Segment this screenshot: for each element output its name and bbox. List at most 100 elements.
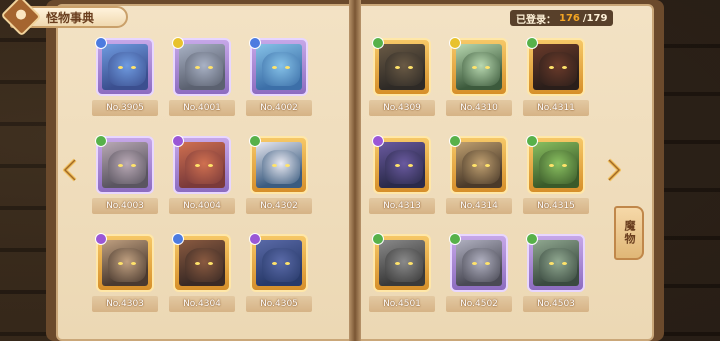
monster-card[interactable]: No.4302	[246, 135, 312, 216]
monster-number-label: No.4315	[523, 198, 589, 214]
monster-card[interactable]: No.4310	[446, 37, 512, 118]
monster-silhouette	[262, 248, 300, 282]
monster-eye	[472, 262, 477, 265]
monster-portrait	[456, 44, 502, 90]
monster-portrait	[256, 240, 302, 286]
monster-portrait	[256, 142, 302, 188]
monster-portrait-frame	[372, 37, 431, 96]
monster-portrait	[179, 240, 225, 286]
next-page-button[interactable]	[606, 158, 622, 182]
monster-silhouette	[462, 52, 500, 86]
monster-silhouette	[385, 150, 423, 184]
monster-portrait-frame	[95, 37, 154, 96]
monster-portrait-frame	[249, 135, 308, 194]
monster-silhouette	[108, 52, 146, 86]
monster-number-label: No.3905	[92, 100, 158, 116]
monster-silhouette	[108, 150, 146, 184]
monster-portrait-frame	[526, 233, 585, 292]
monster-card[interactable]: No.4315	[523, 135, 589, 216]
monster-card[interactable]: No.4313	[369, 135, 435, 216]
monster-number-label: No.4004	[169, 198, 235, 214]
monster-portrait-frame	[249, 233, 308, 292]
monster-card[interactable]: No.4003	[92, 135, 158, 216]
monster-card[interactable]: No.4501	[369, 233, 435, 314]
monster-portrait-frame	[372, 233, 431, 292]
monster-portrait	[102, 240, 148, 286]
prev-page-button[interactable]	[62, 158, 78, 182]
monster-card[interactable]: No.4311	[523, 37, 589, 118]
monster-number-label: No.4502	[446, 296, 512, 312]
monster-portrait	[456, 240, 502, 286]
monster-silhouette	[462, 248, 500, 282]
monster-eye	[285, 262, 290, 265]
monster-eye	[395, 66, 400, 69]
monster-silhouette	[185, 150, 223, 184]
monster-portrait-frame	[526, 135, 585, 194]
monster-eye	[118, 66, 123, 69]
monster-number-label: No.4503	[523, 296, 589, 312]
recorded-count: 176	[559, 12, 580, 24]
monster-card[interactable]: No.4004	[169, 135, 235, 216]
monster-eye	[208, 262, 213, 265]
monster-card[interactable]: No.3905	[92, 37, 158, 118]
tab-monsters[interactable]: 魔物	[614, 206, 644, 260]
monster-number-label: No.4002	[246, 100, 312, 116]
monster-silhouette	[108, 248, 146, 282]
monster-portrait-frame	[95, 233, 154, 292]
monster-eye	[562, 262, 567, 265]
monster-eye	[208, 66, 213, 69]
green-element-icon	[249, 135, 261, 147]
green-element-icon	[372, 37, 384, 49]
monster-card[interactable]: No.4503	[523, 233, 589, 314]
green-element-icon	[95, 135, 107, 147]
monster-eye	[208, 164, 213, 167]
monster-eye	[118, 262, 123, 265]
monster-number-label: No.4303	[92, 296, 158, 312]
monster-silhouette	[385, 52, 423, 86]
monster-eye	[472, 164, 477, 167]
monster-portrait	[102, 142, 148, 188]
monster-silhouette	[539, 52, 577, 86]
yellow-element-icon	[172, 37, 184, 49]
monster-card[interactable]: No.4002	[246, 37, 312, 118]
monster-number-label: No.4314	[446, 198, 512, 214]
monster-portrait-frame	[449, 37, 508, 96]
blue-element-icon	[172, 233, 184, 245]
green-element-icon	[526, 233, 538, 245]
monster-card[interactable]: No.4001	[169, 37, 235, 118]
monster-eye	[408, 262, 413, 265]
monster-eye	[395, 262, 400, 265]
monster-eye	[272, 262, 277, 265]
monster-eye	[485, 164, 490, 167]
tab-monsters-label: 魔物	[623, 220, 636, 246]
monster-card[interactable]: No.4304	[169, 233, 235, 314]
monster-card[interactable]: No.4309	[369, 37, 435, 118]
book-spine	[349, 0, 361, 341]
monster-card[interactable]: No.4502	[446, 233, 512, 314]
green-element-icon	[449, 233, 461, 245]
monster-number-label: No.4302	[246, 198, 312, 214]
monster-card[interactable]: No.4303	[92, 233, 158, 314]
monster-number-label: No.4305	[246, 296, 312, 312]
monster-number-label: No.4311	[523, 100, 589, 116]
monster-eye	[195, 262, 200, 265]
monster-eye	[272, 66, 277, 69]
monster-portrait	[379, 240, 425, 286]
monster-number-label: No.4003	[92, 198, 158, 214]
monster-portrait	[533, 142, 579, 188]
total-count: /179	[582, 12, 608, 24]
monster-portrait	[179, 142, 225, 188]
monster-portrait-frame	[449, 233, 508, 292]
monster-number-label: No.4310	[446, 100, 512, 116]
monster-eye	[395, 164, 400, 167]
monster-portrait	[379, 44, 425, 90]
monster-card[interactable]: No.4305	[246, 233, 312, 314]
green-element-icon	[372, 233, 384, 245]
monster-card[interactable]: No.4314	[446, 135, 512, 216]
purple-element-icon	[172, 135, 184, 147]
monster-portrait	[533, 240, 579, 286]
bookshelf-right	[656, 0, 720, 341]
monster-eye	[549, 66, 554, 69]
monster-eye	[485, 66, 490, 69]
monster-silhouette	[539, 150, 577, 184]
